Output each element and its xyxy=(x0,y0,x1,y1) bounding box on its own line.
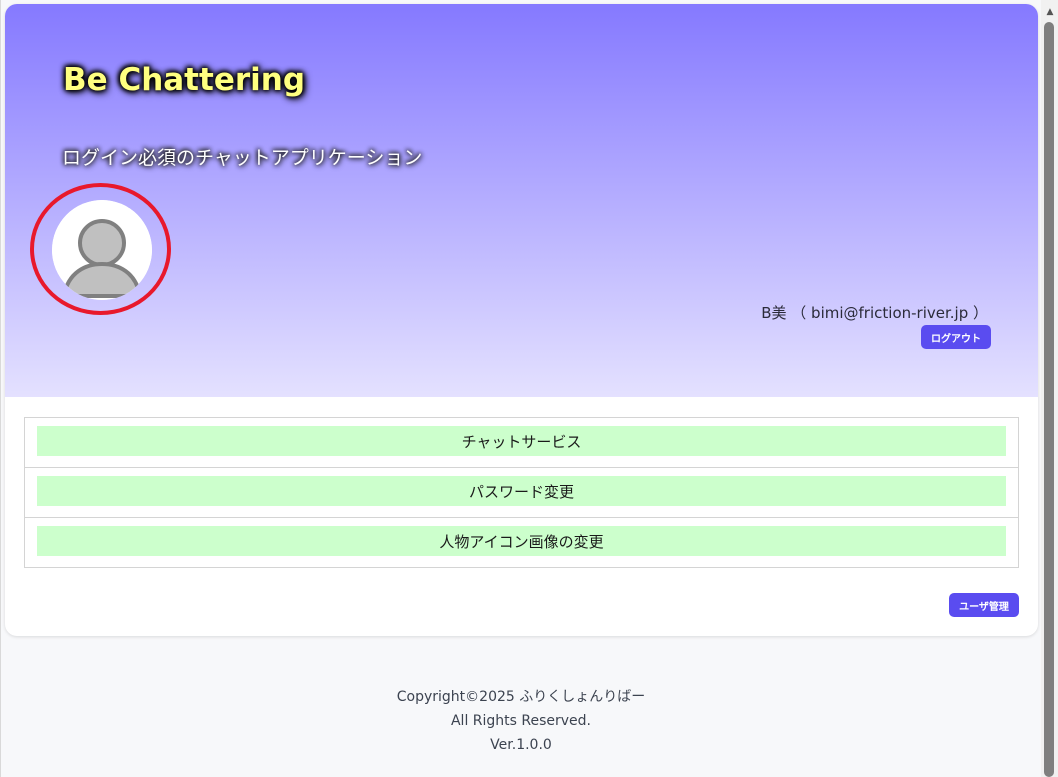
user-info: B美 （ bimi@friction-river.jp ） xyxy=(761,302,988,323)
browser-frame: Be Chattering ログイン必須のチャットアプリケーション B美 （ b… xyxy=(0,0,1058,777)
menu-list: チャットサービス パスワード変更 人物アイコン画像の変更 xyxy=(24,417,1019,568)
list-item: チャットサービス xyxy=(25,418,1018,468)
user-management-button[interactable]: ユーザ管理 xyxy=(949,593,1019,617)
vertical-scrollbar[interactable]: ▲ xyxy=(1041,0,1058,777)
list-item: パスワード変更 xyxy=(25,468,1018,518)
app-subtitle: ログイン必須のチャットアプリケーション xyxy=(62,147,423,169)
person-silhouette-icon xyxy=(52,200,152,300)
avatar[interactable] xyxy=(52,200,152,300)
change-password-button[interactable]: パスワード変更 xyxy=(37,476,1006,506)
change-avatar-button[interactable]: 人物アイコン画像の変更 xyxy=(37,526,1006,556)
logout-button[interactable]: ログアウト xyxy=(921,325,991,349)
chat-service-button[interactable]: チャットサービス xyxy=(37,426,1006,456)
user-name-email: B美 （ bimi@friction-river.jp ） xyxy=(761,304,988,322)
page-header: Be Chattering ログイン必須のチャットアプリケーション B美 （ b… xyxy=(5,4,1038,397)
scrollbar-thumb[interactable] xyxy=(1044,22,1054,777)
copyright-text: Copyright©2025 ふりくしょんりばー xyxy=(396,689,646,705)
page-footer: Copyright©2025 ふりくしょんりばー All Rights Rese… xyxy=(1,685,1041,757)
list-item: 人物アイコン画像の変更 xyxy=(25,518,1018,568)
app-title: Be Chattering xyxy=(63,62,306,98)
rights-text: All Rights Reserved. xyxy=(450,713,592,729)
triangle-up-icon[interactable]: ▲ xyxy=(1041,4,1058,20)
version-text: Ver.1.0.0 xyxy=(490,737,552,753)
main-card: Be Chattering ログイン必須のチャットアプリケーション B美 （ b… xyxy=(5,4,1038,636)
